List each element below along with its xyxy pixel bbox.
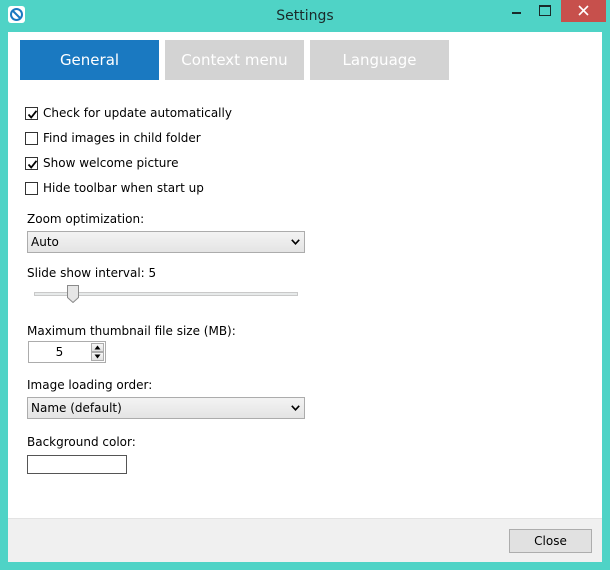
hide-toolbar-checkbox[interactable] <box>25 182 38 195</box>
loading-order-select[interactable]: Name (default) <box>27 397 305 419</box>
title-bar[interactable]: Settings <box>0 0 610 32</box>
thumbnail-size-decrease-button[interactable] <box>91 352 104 361</box>
check-icon <box>27 110 38 119</box>
dialog-footer: Close <box>8 518 602 562</box>
find-child-folder-checkbox[interactable] <box>25 132 38 145</box>
check-update-label: Check for update automatically <box>43 106 232 120</box>
settings-content: General Context menu Language Check for … <box>8 32 602 562</box>
loading-order-value: Name (default) <box>31 401 122 415</box>
maximize-button[interactable] <box>531 0 559 22</box>
thumbnail-size-label: Maximum thumbnail file size (MB): <box>27 324 236 338</box>
find-child-folder-label: Find images in child folder <box>43 131 201 145</box>
zoom-label: Zoom optimization: <box>27 212 145 226</box>
slideshow-label: Slide show interval: 5 <box>27 266 157 280</box>
chevron-down-icon <box>291 405 300 411</box>
check-icon <box>27 160 38 169</box>
tab-language[interactable]: Language <box>310 40 449 80</box>
loading-order-label: Image loading order: <box>27 378 153 392</box>
show-welcome-checkbox[interactable] <box>25 157 38 170</box>
hide-toolbar-label: Hide toolbar when start up <box>43 181 204 195</box>
tab-general[interactable]: General <box>20 40 159 80</box>
slideshow-slider-thumb[interactable] <box>67 285 79 303</box>
minimize-button[interactable] <box>503 0 531 22</box>
show-welcome-label: Show welcome picture <box>43 156 179 170</box>
arrow-up-icon <box>94 345 101 350</box>
tab-context-menu[interactable]: Context menu <box>165 40 304 80</box>
thumbnail-size-stepper[interactable]: 5 <box>28 341 106 363</box>
thumbnail-size-increase-button[interactable] <box>91 343 104 352</box>
close-icon <box>578 5 589 16</box>
arrow-down-icon <box>94 354 101 359</box>
thumbnail-size-value[interactable]: 5 <box>29 345 90 359</box>
check-update-checkbox[interactable] <box>25 107 38 120</box>
zoom-select[interactable]: Auto <box>27 231 305 253</box>
close-button[interactable]: Close <box>509 529 592 553</box>
window-close-button[interactable] <box>561 0 606 22</box>
background-color-label: Background color: <box>27 435 136 449</box>
settings-window: Settings General Context menu Language C… <box>0 0 610 570</box>
chevron-down-icon <box>291 239 300 245</box>
background-color-picker[interactable] <box>27 455 127 474</box>
zoom-value: Auto <box>31 235 59 249</box>
